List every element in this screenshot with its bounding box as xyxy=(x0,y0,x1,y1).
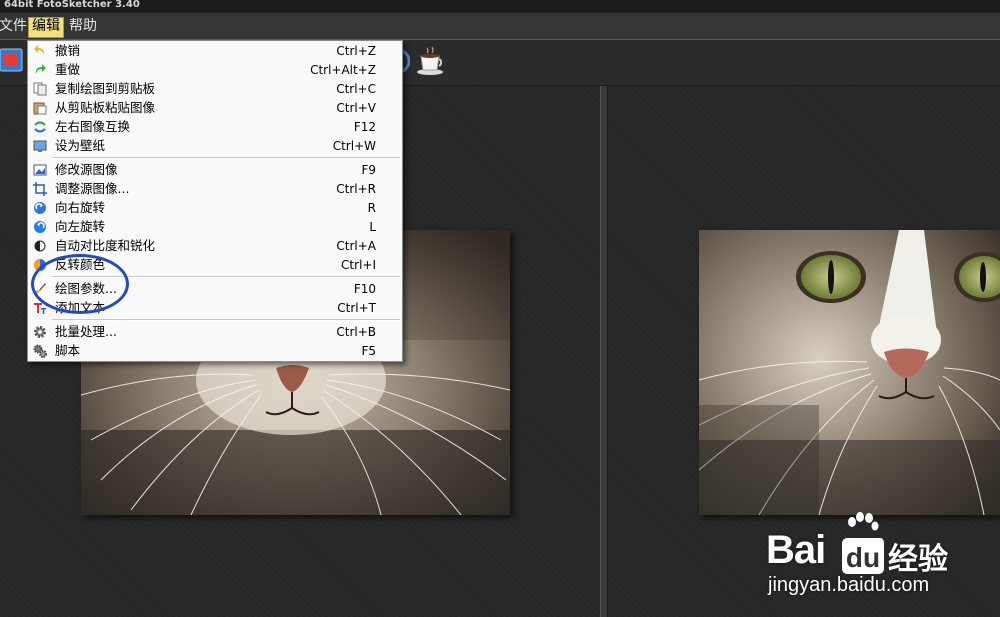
menu-item-shortcut: Ctrl+C xyxy=(336,82,376,96)
menu-file[interactable]: 文件 xyxy=(0,17,30,36)
menu-item-rotate-right[interactable]: 向右旋转 R xyxy=(30,199,400,217)
menu-item-undo[interactable]: 撤销 Ctrl+Z xyxy=(30,42,400,60)
undo-icon xyxy=(34,45,45,55)
window-title: 64bit FotoSketcher 3.40 xyxy=(0,0,1000,13)
menu-item-shortcut: Ctrl+Z xyxy=(336,44,376,58)
menu-item-edit-source[interactable]: 修改源图像 F9 xyxy=(30,161,400,179)
menu-item-label: 批量处理... xyxy=(55,324,117,339)
menu-bar: 文件 编辑 帮助 xyxy=(0,13,1000,40)
menu-item-shortcut: Ctrl+W xyxy=(332,139,376,153)
menu-item-shortcut: Ctrl+Alt+Z xyxy=(310,63,376,77)
annotation-circle xyxy=(31,254,129,314)
swap-icon xyxy=(34,121,46,133)
menu-item-adjust-source[interactable]: 调整源图像... Ctrl+R xyxy=(30,180,400,198)
menu-item-rotate-left[interactable]: 向左旋转 L xyxy=(30,218,400,236)
wallpaper-icon xyxy=(33,140,47,152)
batch-gear-icon xyxy=(34,326,46,338)
menu-help[interactable]: 帮助 xyxy=(66,17,100,36)
menu-item-redo[interactable]: 重做 Ctrl+Alt+Z xyxy=(30,61,400,79)
menu-separator xyxy=(52,319,400,321)
open-image-icon[interactable] xyxy=(0,45,24,75)
menu-item-label: 撤销 xyxy=(55,43,81,58)
watermark-url: jingyan.baidu.com xyxy=(768,574,930,596)
menu-item-label: 复制绘图到剪贴板 xyxy=(55,81,156,96)
menu-item-shortcut: R xyxy=(367,201,376,215)
menu-item-shortcut: Ctrl+I xyxy=(341,258,376,272)
baidu-jingyan-watermark: Bai du 经验 jingyan.baidu.com xyxy=(766,512,996,612)
menu-item-label: 从剪贴板粘贴图像 xyxy=(55,100,156,115)
menu-item-label: 调整源图像... xyxy=(55,181,130,196)
menu-item-shortcut: Ctrl+V xyxy=(336,101,376,115)
rotate-left-icon xyxy=(34,221,46,233)
menu-item-shortcut: L xyxy=(369,220,376,234)
menu-item-batch-processing[interactable]: 批量处理... Ctrl+B xyxy=(30,323,400,341)
menu-item-shortcut: F5 xyxy=(361,344,376,358)
menu-item-shortcut: Ctrl+B xyxy=(336,325,376,339)
du-paw-logo-icon: du xyxy=(842,538,884,574)
menu-item-swap-images[interactable]: 左右图像互换 F12 xyxy=(30,118,400,136)
coffee-cup-icon[interactable] xyxy=(416,46,446,76)
watermark-brand-right: 经验 xyxy=(888,543,948,576)
menu-item-label: 左右图像互换 xyxy=(55,119,131,134)
contrast-icon xyxy=(34,240,46,252)
result-cat-photo xyxy=(699,230,1000,515)
menu-item-shortcut: F9 xyxy=(361,163,376,177)
pane-splitter[interactable] xyxy=(600,86,608,617)
menu-item-label: 向右旋转 xyxy=(55,200,106,215)
menu-item-label: 向左旋转 xyxy=(55,219,106,234)
script-gears-icon xyxy=(33,344,47,358)
menu-item-label: 自动对比度和锐化 xyxy=(55,238,156,253)
menu-item-shortcut: Ctrl+T xyxy=(337,301,376,315)
menu-item-paste-image[interactable]: 从剪贴板粘贴图像 Ctrl+V xyxy=(30,99,400,117)
menu-item-label: 脚本 xyxy=(55,343,81,358)
menu-item-shortcut: Ctrl+R xyxy=(336,182,376,196)
menu-separator xyxy=(52,157,400,159)
menu-item-label: 修改源图像 xyxy=(55,162,118,177)
menu-item-label: 重做 xyxy=(55,62,81,77)
menu-item-shortcut: F12 xyxy=(353,120,376,134)
watermark-brand-left: Bai xyxy=(766,528,826,572)
menu-item-shortcut: F10 xyxy=(353,282,376,296)
menu-item-copy-drawing[interactable]: 复制绘图到剪贴板 Ctrl+C xyxy=(30,80,400,98)
menu-item-script[interactable]: 脚本 F5 xyxy=(30,342,400,360)
copy-icon xyxy=(33,82,47,96)
crop-icon xyxy=(33,182,47,196)
paste-icon xyxy=(33,102,47,115)
edit-image-icon xyxy=(33,164,47,176)
menu-item-auto-contrast[interactable]: 自动对比度和锐化 Ctrl+A xyxy=(30,237,400,255)
menu-item-shortcut: Ctrl+A xyxy=(336,239,376,253)
menu-item-label: 设为壁纸 xyxy=(55,138,106,153)
rotate-right-icon xyxy=(34,202,46,214)
menu-edit[interactable]: 编辑 xyxy=(28,17,64,38)
redo-icon xyxy=(35,64,46,74)
svg-text:du: du xyxy=(846,542,880,573)
menu-item-set-wallpaper[interactable]: 设为壁纸 Ctrl+W xyxy=(30,137,400,155)
